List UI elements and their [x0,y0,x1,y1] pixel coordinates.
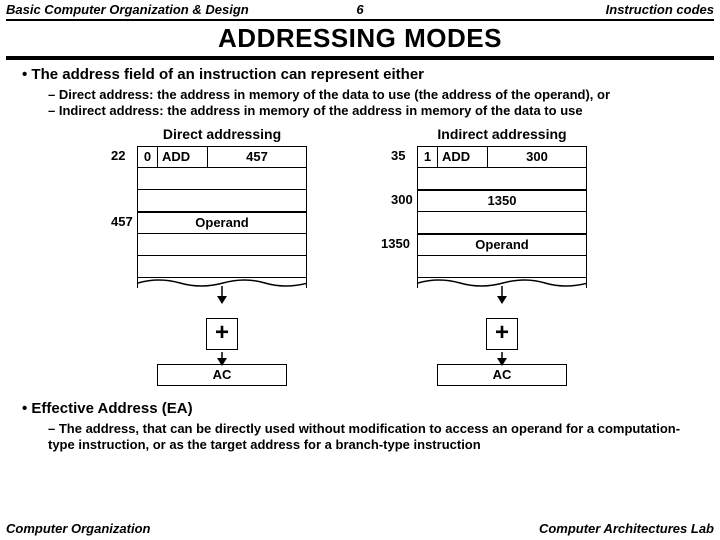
header-left: Basic Computer Organization & Design [6,2,249,17]
mem-gap [137,256,307,278]
direct-diagram: Direct addressing 22 0 ADD 457 457 Opera… [107,126,337,386]
direct-operand-row: Operand [137,212,307,234]
indirect-title: Indirect addressing [387,126,617,142]
indirect-instr-addr: 35 [391,148,405,163]
direct-flag: 0 [138,147,158,167]
memory-tear [137,278,307,288]
indirect-instruction-row: 1 ADD 300 [417,146,587,168]
mem-gap [417,256,587,278]
ac-register: AC [157,364,287,386]
bullet-ea: Effective Address (EA) [22,400,702,417]
indirect-opcode: ADD [438,147,488,167]
mem-gap [417,212,587,234]
arrow-down-icon [212,286,232,304]
direct-title: Direct addressing [107,126,337,142]
operand-label: Operand [195,215,248,230]
sub-direct-def: Direct address: the address in memory of… [48,87,702,103]
indirect-ptr-addr: 300 [391,192,413,207]
alu-plus: + [206,318,238,350]
footer-left: Computer Organization [6,521,150,536]
direct-instr-addr: 22 [111,148,125,163]
indirect-diagram: Indirect addressing 35 1 ADD 300 300 135… [387,126,617,386]
sub-ea-def: The address, that can be directly used w… [48,421,702,454]
indirect-operand-addr: 1350 [381,236,410,251]
mem-gap [137,190,307,212]
diagrams-row: Direct addressing 22 0 ADD 457 457 Opera… [22,126,702,386]
mem-gap [137,234,307,256]
rule-title [6,56,714,60]
direct-opcode: ADD [158,147,208,167]
mem-gap [137,168,307,190]
ptr-value: 1350 [488,193,517,208]
alu-plus: + [486,318,518,350]
direct-operand-addr: 457 [111,214,133,229]
operand-label: Operand [475,237,528,252]
ac-register: AC [437,364,567,386]
footer-right: Computer Architectures Lab [539,521,714,536]
page-number: 6 [356,2,363,17]
sub-indirect-def: Indirect address: the address in memory … [48,103,702,119]
direct-addr-field: 457 [208,147,306,167]
mem-gap [417,168,587,190]
bullet-address-field: The address field of an instruction can … [22,66,702,83]
indirect-flag: 1 [418,147,438,167]
indirect-operand-row: Operand [417,234,587,256]
header-right: Instruction codes [606,2,714,17]
slide-title: ADDRESSING MODES [0,21,720,56]
indirect-ptr-row: 1350 [417,190,587,212]
arrow-down-icon [492,286,512,304]
direct-instruction-row: 0 ADD 457 [137,146,307,168]
memory-tear [417,278,587,288]
indirect-addr-field: 300 [488,147,586,167]
